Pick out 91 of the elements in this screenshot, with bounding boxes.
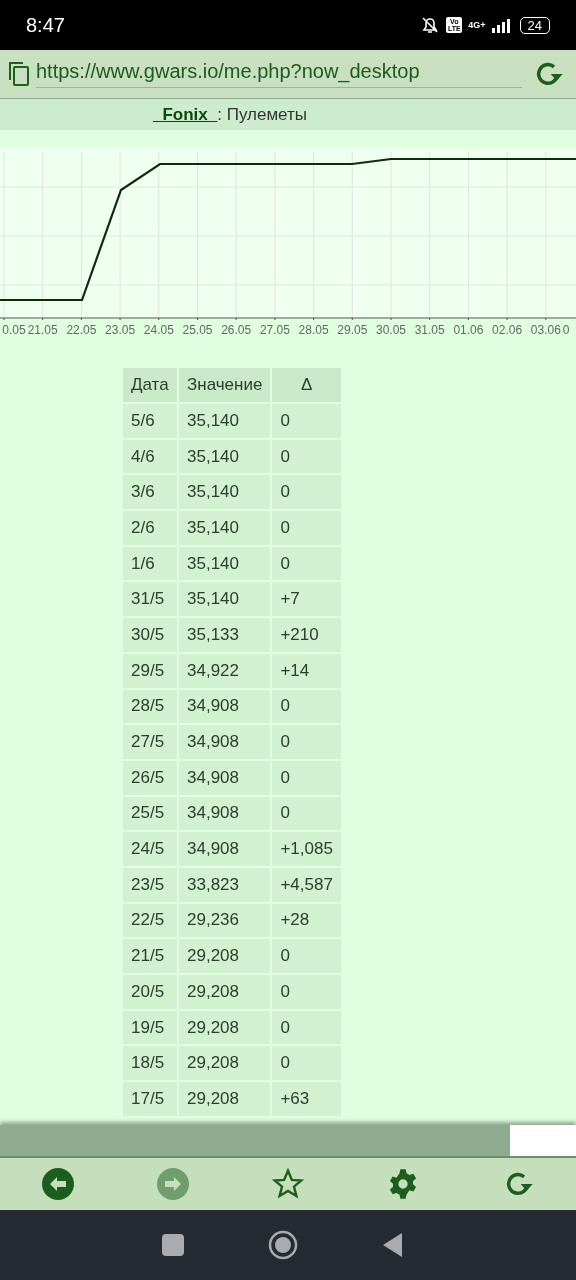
table-cell: 26/5	[123, 760, 177, 795]
table-cell: 4/6	[123, 439, 177, 474]
table-cell: 0	[272, 439, 341, 474]
axis-label: 23.05	[105, 323, 136, 337]
table-cell: 34,922	[179, 653, 271, 688]
table-cell: 34,908	[179, 689, 271, 724]
table-cell: 0	[272, 725, 341, 759]
table-cell: 0	[272, 760, 341, 795]
table-cell: 35,133	[179, 618, 271, 652]
axis-label: 31.05	[414, 323, 445, 337]
table-cell: 0	[272, 939, 341, 973]
network-type: 4G+	[468, 20, 486, 30]
page-title: : Пулеметы	[217, 104, 307, 125]
axis-label: 0.05	[2, 323, 26, 337]
axis-label: 25.05	[182, 323, 213, 337]
table-cell: 29,236	[179, 903, 271, 938]
table-cell: 21/5	[123, 939, 177, 973]
table-cell: 2/6	[123, 511, 177, 545]
table-cell: 33,823	[179, 867, 271, 902]
table-cell: +14	[272, 653, 341, 688]
star-icon	[271, 1168, 304, 1200]
axis-label: 28.05	[298, 323, 329, 337]
axis-label: 27.05	[259, 323, 290, 337]
table-cell: 3/6	[123, 475, 177, 510]
home-icon	[268, 1230, 298, 1260]
column-header: Δ	[272, 368, 341, 402]
table-cell: 34,908	[179, 832, 271, 866]
table-cell: 0	[272, 1046, 341, 1081]
table-cell: 29,208	[179, 939, 271, 973]
table-cell: 29,208	[179, 975, 271, 1009]
table-cell: 0	[272, 975, 341, 1009]
table-cell: +7	[272, 582, 341, 617]
table-cell: 19/5	[123, 1010, 177, 1045]
axis-label: 22.05	[66, 323, 97, 337]
table-cell: 29/5	[123, 653, 177, 688]
axis-label: 26.05	[221, 323, 252, 337]
clock: 8:47	[26, 13, 65, 37]
table-cell: 34,908	[179, 796, 271, 831]
table-cell: +1,085	[272, 832, 341, 866]
forward-icon	[156, 1168, 189, 1200]
axis-label: 21.05	[27, 323, 58, 337]
player-link[interactable]: _Fonix_	[153, 104, 218, 125]
table-cell: 23/5	[123, 867, 177, 902]
table-cell: +63	[272, 1082, 341, 1116]
axis-label: 29.05	[337, 323, 368, 337]
table-cell: 18/5	[123, 1046, 177, 1081]
axis-label: 0	[562, 323, 570, 337]
back-icon	[41, 1168, 74, 1200]
table-cell: 0	[272, 689, 341, 724]
axis-label: 24.05	[143, 323, 174, 337]
table-cell: 0	[272, 511, 341, 545]
back-icon	[382, 1232, 404, 1258]
table-cell: 35,140	[179, 582, 271, 617]
table-cell: 29,208	[179, 1046, 271, 1081]
table-cell: 17/5	[123, 1082, 177, 1116]
table-cell: 30/5	[123, 618, 177, 652]
table-cell: 35,140	[179, 475, 271, 510]
table-cell: 35,140	[179, 404, 271, 438]
table-cell: 0	[272, 404, 341, 438]
table-cell: 35,140	[179, 511, 271, 545]
table-cell: 0	[272, 1010, 341, 1045]
column-header: Значение	[179, 368, 271, 402]
axis-label: 01.06	[453, 323, 484, 337]
battery-level: 24	[519, 16, 550, 34]
table-cell: +4,587	[272, 867, 341, 902]
table-cell: 20/5	[123, 975, 177, 1009]
table-cell: +28	[272, 903, 341, 938]
table-cell: 31/5	[123, 582, 177, 617]
table-cell: 34,908	[179, 725, 271, 759]
table-cell: 35,140	[179, 439, 271, 474]
table-cell: 29,208	[179, 1082, 271, 1116]
table-cell: 35,140	[179, 546, 271, 581]
table-cell: 27/5	[123, 725, 177, 759]
table-cell: 0	[272, 796, 341, 831]
copy-icon	[8, 61, 30, 87]
table-cell: 28/5	[123, 689, 177, 724]
table-cell: +210	[272, 618, 341, 652]
table-cell: 22/5	[123, 903, 177, 938]
table-cell: 34,908	[179, 760, 271, 795]
axis-label: 02.06	[492, 323, 523, 337]
axis-label: 30.05	[376, 323, 406, 337]
column-header: Дата	[123, 368, 177, 402]
recents-icon	[162, 1234, 184, 1256]
table-cell: 0	[272, 546, 341, 581]
table-cell: 29,208	[179, 1010, 271, 1045]
table-cell: 24/5	[123, 832, 177, 866]
table-cell: 5/6	[123, 404, 177, 438]
table-cell: 25/5	[123, 796, 177, 831]
axis-label: 03.06	[530, 323, 561, 337]
table-cell: 1/6	[123, 546, 177, 581]
table-cell: 0	[272, 475, 341, 510]
